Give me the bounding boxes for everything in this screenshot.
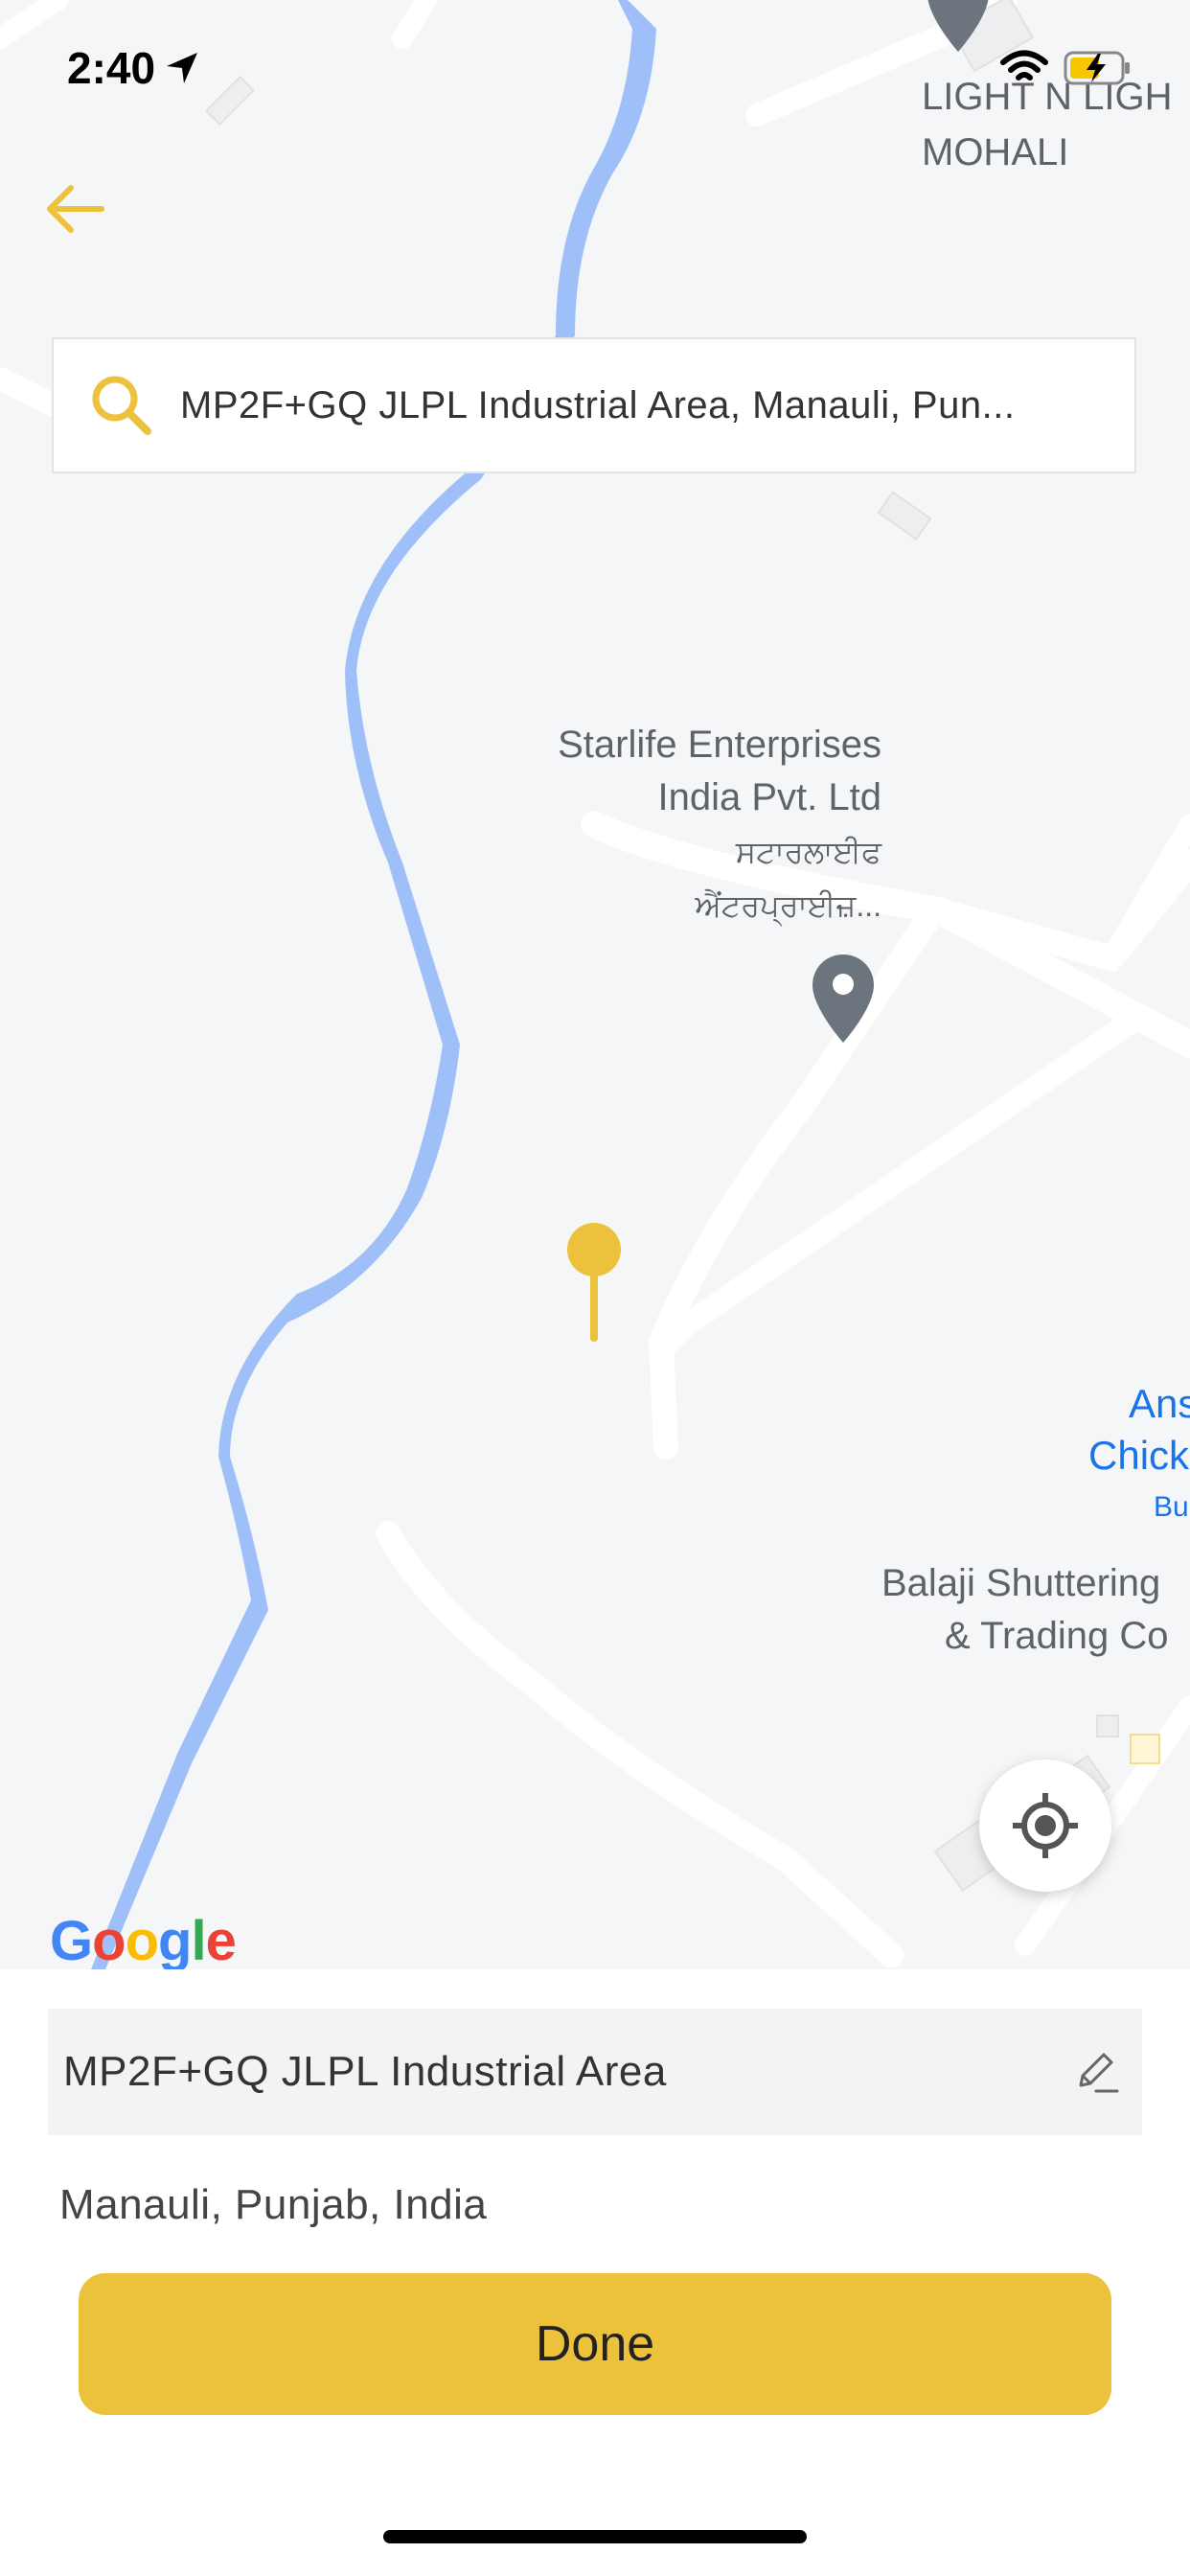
poi-pin-top-icon[interactable] — [926, 0, 991, 54]
map-base — [0, 0, 1190, 1969]
map-view[interactable]: LIGHT N LIGH MOHALI Starlife Enterprises… — [0, 0, 1190, 1969]
address-line1-field[interactable]: MP2F+GQ JLPL Industrial Area — [48, 2009, 1142, 2135]
status-bar-icons — [1000, 50, 1133, 86]
status-bar-time: 2:40 — [67, 42, 199, 94]
map-label-starlife-pa1: ਸਟਾਰਲਾਈਫ — [735, 835, 881, 869]
map-label-starlife-pa2: ਐਂਟਰਪ੍ਰਾਈਜ਼... — [695, 888, 881, 923]
map-label-mohali: MOHALI — [922, 131, 1069, 173]
search-bar[interactable]: MP2F+GQ JLPL Industrial Area, Manauli, P… — [52, 337, 1136, 473]
address-line2: Manauli, Punjab, India — [59, 2181, 488, 2228]
map-label-starlife-line1: Starlife Enterprises — [558, 724, 881, 766]
google-logo-letter: G — [50, 1910, 93, 1969]
map-label-ans-line3: Bu — [1154, 1491, 1189, 1523]
my-location-button[interactable] — [979, 1760, 1111, 1892]
status-time-text: 2:40 — [67, 43, 156, 93]
google-logo-letter: l — [191, 1910, 206, 1969]
google-logo-letter: o — [125, 1910, 159, 1969]
battery-charging-icon — [1064, 51, 1130, 85]
google-logo-letter: g — [158, 1910, 192, 1969]
search-input[interactable]: MP2F+GQ JLPL Industrial Area, Manauli, P… — [180, 384, 1015, 427]
address-line1-text: MP2F+GQ JLPL Industrial Area — [63, 2048, 667, 2095]
google-logo-letter: o — [92, 1910, 126, 1969]
my-location-icon — [1013, 1793, 1078, 1858]
map-label-ans-line2: Chick — [1088, 1433, 1190, 1478]
wifi-icon — [1000, 50, 1048, 80]
google-logo-letter: e — [205, 1910, 237, 1969]
map-label-starlife-line2: India Pvt. Ltd — [657, 776, 881, 818]
google-logo: Google — [50, 1909, 237, 1969]
poi-pin-icon[interactable] — [811, 953, 876, 1045]
map-label-balaji-line2: & Trading Co — [945, 1615, 1169, 1657]
back-arrow-icon[interactable] — [42, 180, 109, 238]
done-button[interactable]: Done — [79, 2273, 1111, 2415]
home-indicator[interactable] — [383, 2530, 807, 2543]
selected-location-pin-icon[interactable] — [565, 1221, 623, 1342]
search-icon — [92, 376, 151, 435]
map-label-balaji-line1: Balaji Shuttering — [881, 1562, 1161, 1604]
map-label-ans-line1: Ans — [1129, 1381, 1190, 1426]
location-arrow-icon — [167, 53, 198, 83]
pencil-icon[interactable] — [1071, 2047, 1121, 2097]
